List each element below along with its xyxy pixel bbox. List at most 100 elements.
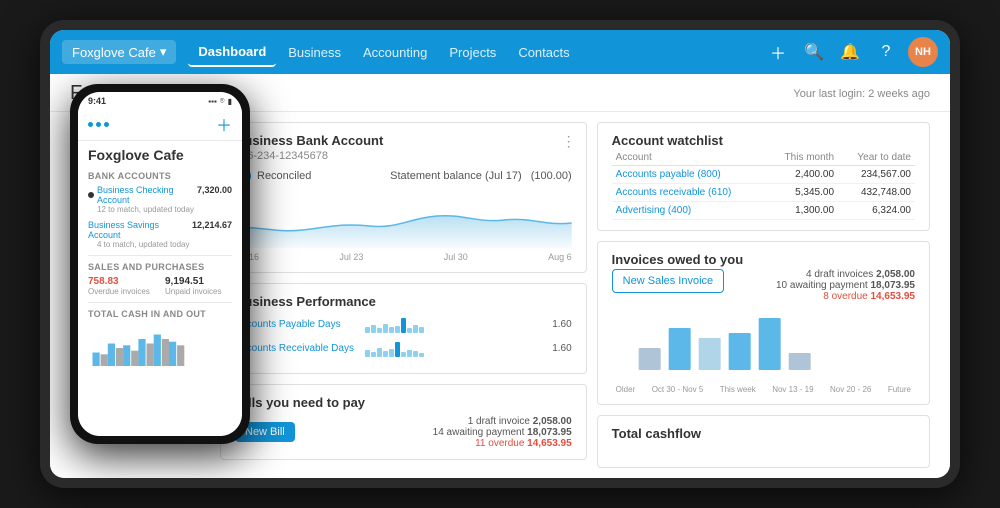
- perf-bar-highlight: [395, 342, 400, 357]
- phone-screen: 9:41 ▪▪▪ ⌾ ▮ ＋: [78, 92, 242, 436]
- performance-card: Business Performance Accounts Payable Da…: [220, 283, 587, 374]
- perf-label-receivable[interactable]: Accounts Receivable Days: [235, 343, 365, 354]
- phone-top-bar: ＋: [78, 108, 242, 141]
- phone-account-name-2[interactable]: Business Savings Account: [88, 220, 192, 240]
- bill-awaiting: 14 awaiting payment 18,073.95: [433, 427, 572, 438]
- add-icon[interactable]: ＋: [764, 38, 792, 66]
- nav-accounting[interactable]: Accounting: [353, 39, 437, 66]
- perf-row-receivable: Accounts Receivable Days: [235, 339, 572, 357]
- nav-right: ＋ 🔍 🔔 ? NH: [764, 37, 938, 67]
- nav-business[interactable]: Business: [278, 39, 351, 66]
- perf-bar: [401, 352, 406, 357]
- perf-row-payable: Accounts Payable Days: [235, 315, 572, 333]
- phone-cashflow-chart: [88, 323, 232, 373]
- phone-stats-row: 758.83 Overdue invoices 9,194.51 Unpaid …: [88, 276, 232, 296]
- perf-bar-highlight: [401, 318, 406, 333]
- wifi-icon: ⌾: [220, 96, 225, 106]
- phone-unpaid-label: Unpaid invoices: [165, 287, 232, 296]
- perf-bar: [419, 353, 424, 357]
- bank-chart-labels: Jul 16 Jul 23 Jul 30 Aug 6: [235, 252, 572, 262]
- bar-label-2: This week: [720, 385, 756, 394]
- phone-dot-3: [104, 122, 109, 127]
- watchlist-col-ytd: Year to date: [838, 150, 915, 166]
- bar-label-5: Future: [888, 385, 911, 394]
- phone-frame: 9:41 ▪▪▪ ⌾ ▮ ＋: [70, 84, 250, 444]
- phone-time: 9:41: [88, 96, 106, 106]
- performance-title: Business Performance: [235, 294, 572, 309]
- chevron-down-icon: ▾: [160, 44, 167, 60]
- phone-account-sub-2: 4 to match, updated today: [88, 240, 192, 249]
- search-icon[interactable]: 🔍: [800, 38, 828, 66]
- watchlist-col-month: This month: [766, 150, 838, 166]
- phone-stat-1: 758.83 Overdue invoices: [88, 276, 155, 296]
- battery-icon: ▮: [228, 97, 232, 106]
- reconcile-row: ✓ Reconciled Statement balance (Jul 17) …: [235, 168, 572, 184]
- watchlist-ytd-0: 234,567.00: [838, 166, 915, 184]
- bill-overdue: 11 overdue 14,653.95: [433, 438, 572, 449]
- avatar[interactable]: NH: [908, 37, 938, 67]
- bar-chart-labels: Older Oct 30 - Nov 5 This week Nov 13 - …: [612, 385, 915, 394]
- bank-chart: [235, 188, 572, 248]
- phone-sales-section: Sales and Purchases: [88, 262, 232, 272]
- bills-card: Bills you need to pay New Bill 1 draft i…: [220, 384, 587, 460]
- bank-account-card: ⋮ Business Bank Account 306-234-12345678…: [220, 122, 587, 273]
- statement-balance: Statement balance (Jul 17) (100.00): [390, 170, 572, 182]
- perf-bar: [413, 325, 418, 333]
- watchlist-account-0[interactable]: Accounts payable (800): [612, 166, 767, 184]
- watchlist-month-2: 1,300.00: [766, 202, 838, 220]
- phone-account-name-1[interactable]: Business Checking Account: [88, 185, 197, 205]
- invoices-detail: 4 draft invoices 2,058.00 10 awaiting pa…: [776, 269, 915, 302]
- perf-bar: [377, 348, 382, 357]
- watchlist-table: Account This month Year to date Accounts…: [612, 150, 915, 220]
- nav-dashboard[interactable]: Dashboard: [188, 38, 276, 67]
- bills-detail: 1 draft invoice 2,058.00 14 awaiting pay…: [433, 416, 572, 449]
- bar-label-4: Nov 20 - 26: [830, 385, 871, 394]
- watchlist-row-1: Accounts receivable (610) 5,345.00 432,7…: [612, 184, 915, 202]
- last-login: Your last login: 2 weeks ago: [793, 88, 930, 100]
- watchlist-card: Account watchlist Account This month Yea…: [597, 122, 930, 231]
- perf-bar: [365, 327, 370, 333]
- help-icon[interactable]: ?: [872, 38, 900, 66]
- bell-icon[interactable]: 🔔: [836, 38, 864, 66]
- new-sales-invoice-button[interactable]: New Sales Invoice: [612, 269, 725, 293]
- watchlist-account-2[interactable]: Advertising (400): [612, 202, 767, 220]
- phone-status-bar: 9:41 ▪▪▪ ⌾ ▮: [78, 92, 242, 108]
- phone-bank-section: Bank Accounts: [88, 171, 232, 181]
- phone-divider-2: [88, 302, 232, 303]
- perf-bar: [383, 351, 388, 357]
- phone-add-button[interactable]: ＋: [216, 112, 232, 136]
- watchlist-col-account: Account: [612, 150, 767, 166]
- org-selector[interactable]: Foxglove Cafe ▾: [62, 40, 176, 64]
- bill-draft: 1 draft invoice 2,058.00: [433, 416, 572, 427]
- perf-bar: [365, 350, 370, 357]
- account-dot-1: [88, 192, 94, 198]
- perf-bar: [407, 350, 412, 357]
- phone-cashflow-section: Total Cash In and Out: [88, 309, 232, 319]
- nav-projects[interactable]: Projects: [439, 39, 506, 66]
- invoices-btn-area: New Sales Invoice: [612, 269, 725, 293]
- bank-card-menu[interactable]: ⋮: [562, 133, 576, 150]
- phone-account-info-1: Business Checking Account 12 to match, u…: [88, 185, 197, 214]
- invoice-overdue: 8 overdue 14,653.95: [776, 291, 915, 302]
- watchlist-ytd-1: 432,748.00: [838, 184, 915, 202]
- phone-account-amount-1: 7,320.00: [197, 185, 232, 195]
- watchlist-account-1[interactable]: Accounts receivable (610): [612, 184, 767, 202]
- bills-title: Bills you need to pay: [235, 395, 572, 410]
- phone-content: Foxglove Cafe Bank Accounts Business Che…: [78, 141, 242, 436]
- invoice-awaiting: 10 awaiting payment 18,073.95: [776, 280, 915, 291]
- perf-bar: [419, 327, 424, 333]
- left-column: ⋮ Business Bank Account 306-234-12345678…: [220, 122, 587, 468]
- phone-account-savings: Business Savings Account 4 to match, upd…: [88, 220, 232, 249]
- bank-account-number: 306-234-12345678: [235, 150, 572, 162]
- phone-unpaid-amount: 9,194.51: [165, 276, 232, 287]
- watchlist-body: Accounts payable (800) 2,400.00 234,567.…: [612, 166, 915, 220]
- phone-account-info-2: Business Savings Account 4 to match, upd…: [88, 220, 192, 249]
- phone-overdue-amount: 758.83: [88, 276, 155, 287]
- nav-contacts[interactable]: Contacts: [508, 39, 579, 66]
- perf-label-payable[interactable]: Accounts Payable Days: [235, 319, 365, 330]
- invoice-draft: 4 draft invoices 2,058.00: [776, 269, 915, 280]
- bar-label-1: Oct 30 - Nov 5: [652, 385, 704, 394]
- watchlist-ytd-2: 6,324.00: [838, 202, 915, 220]
- phone-account-checking: Business Checking Account 12 to match, u…: [88, 185, 232, 214]
- perf-bar: [383, 324, 388, 333]
